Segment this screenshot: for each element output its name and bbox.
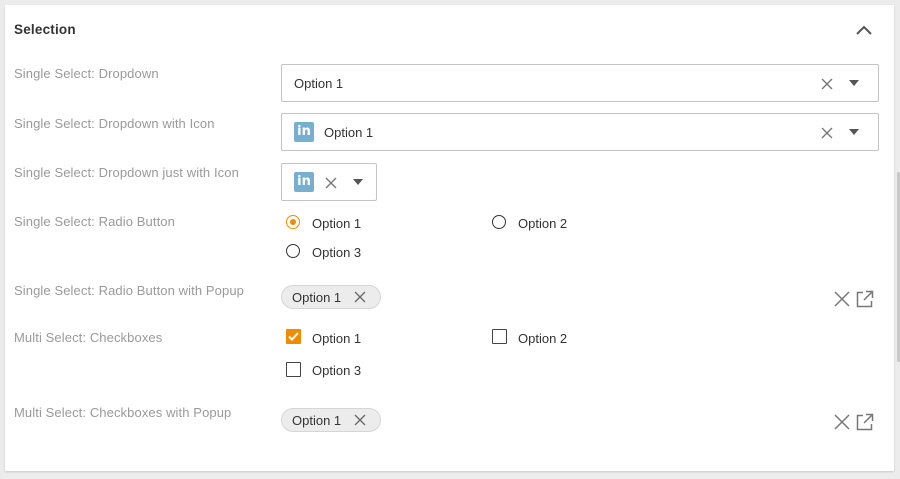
selected-chip: Option 1 <box>281 285 381 309</box>
radio-label: Single Select: Radio Button <box>14 214 175 229</box>
open-popup-icon[interactable] <box>856 290 874 308</box>
radio-button[interactable] <box>286 215 300 229</box>
radio-button[interactable] <box>492 215 506 229</box>
checkbox[interactable] <box>492 329 507 344</box>
checkbox[interactable] <box>286 362 301 377</box>
remove-chip-icon[interactable] <box>353 413 367 427</box>
caret-down-icon[interactable] <box>352 178 364 186</box>
chip-label: Option 1 <box>292 413 342 428</box>
checkbox-option-label: Option 3 <box>312 363 362 378</box>
chevron-up-icon <box>856 25 872 35</box>
caret-down-icon[interactable] <box>848 79 860 87</box>
linkedin-icon: in <box>294 122 314 142</box>
radio-option-label: Option 3 <box>312 245 362 260</box>
radio-popup-label: Single Select: Radio Button with Popup <box>14 283 244 298</box>
open-popup-icon[interactable] <box>856 413 874 431</box>
chip-label: Option 1 <box>292 290 342 305</box>
linkedin-icon: in <box>294 172 314 192</box>
single-select-dropdown-with-icon[interactable]: in Option 1 <box>281 113 879 151</box>
radio-button[interactable] <box>286 244 300 258</box>
clear-icon[interactable] <box>820 126 834 140</box>
clear-icon[interactable] <box>324 176 338 190</box>
checkboxes-popup-label: Multi Select: Checkboxes with Popup <box>14 405 232 420</box>
checkbox-option-label: Option 2 <box>518 331 568 346</box>
checkboxes-label: Multi Select: Checkboxes <box>14 330 163 345</box>
radio-option-label: Option 2 <box>518 216 568 231</box>
checkbox[interactable] <box>286 329 301 344</box>
section-title: Selection <box>14 22 76 37</box>
dropdown-just-icon-label: Single Select: Dropdown just with Icon <box>14 165 239 180</box>
checkbox-option-label: Option 1 <box>312 331 362 346</box>
dropdown-with-icon-label: Single Select: Dropdown with Icon <box>14 116 215 131</box>
selected-chip: Option 1 <box>281 408 381 432</box>
remove-chip-icon[interactable] <box>353 290 367 304</box>
dropdown-value: Option 1 <box>294 76 344 91</box>
collapse-button[interactable] <box>854 22 874 40</box>
dropdown-value: Option 1 <box>324 125 374 140</box>
single-select-dropdown[interactable]: Option 1 <box>281 64 879 102</box>
caret-down-icon[interactable] <box>848 128 860 136</box>
clear-icon[interactable] <box>834 291 850 307</box>
single-select-dropdown-just-icon[interactable]: in <box>281 163 377 201</box>
clear-icon[interactable] <box>820 77 834 91</box>
checkmark-icon <box>288 332 299 341</box>
radio-option-label: Option 1 <box>312 216 362 231</box>
dropdown-label: Single Select: Dropdown <box>14 66 159 81</box>
clear-icon[interactable] <box>834 414 850 430</box>
